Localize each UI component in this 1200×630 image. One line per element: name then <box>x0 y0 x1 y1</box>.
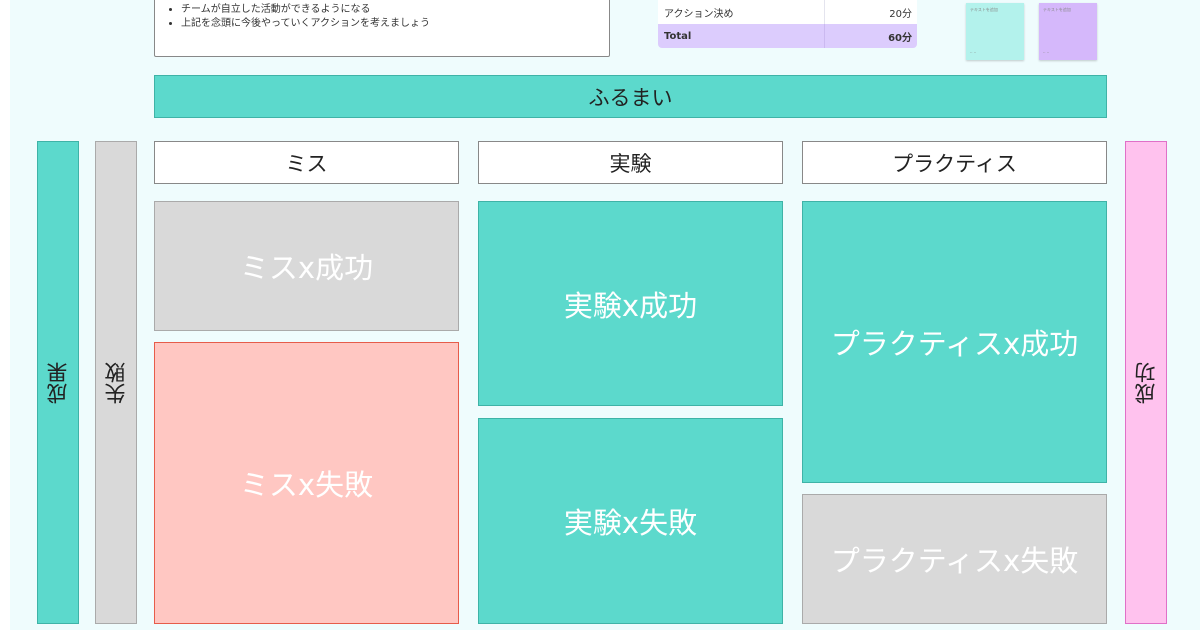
row-value: 60分 <box>888 32 912 44</box>
side-label-success[interactable]: 成功 <box>1125 141 1167 624</box>
row-value: 20分 <box>889 8 912 20</box>
note-item: チームが自立した活動ができるようになる <box>181 3 609 17</box>
timetable[interactable]: アクション決め 20分 Total 60分 <box>658 0 917 48</box>
cell-practice-success[interactable]: プラクティスx成功 <box>802 201 1107 483</box>
note-item: 上記を念頭に今後やっていくアクションを考えましょう <box>181 17 609 31</box>
cell-practice-fail[interactable]: プラクティスx失敗 <box>802 494 1107 624</box>
side-label-failure[interactable]: 失敗 <box>95 141 137 624</box>
sticky-text: テキストを追加 <box>1043 7 1071 12</box>
cell-experiment-success[interactable]: 実験x成功 <box>478 201 783 406</box>
row-label: Total <box>658 24 825 48</box>
table-row-total: Total 60分 <box>658 24 917 48</box>
header-miss[interactable]: ミス <box>154 141 459 184</box>
header-experiment[interactable]: 実験 <box>478 141 783 184</box>
table-row: アクション決め 20分 <box>658 0 917 24</box>
behavior-banner[interactable]: ふるまい <box>154 75 1107 118</box>
cell-experiment-fail[interactable]: 実験x失敗 <box>478 418 783 624</box>
side-label-outcome[interactable]: 成果 <box>37 141 79 624</box>
sticky-note[interactable]: テキストを追加 ·· ·· <box>966 3 1024 60</box>
sticky-text: テキストを追加 <box>970 7 998 12</box>
cell-miss-success[interactable]: ミスx成功 <box>154 201 459 331</box>
cell-miss-fail[interactable]: ミスx失敗 <box>154 342 459 624</box>
row-label: アクション決め <box>658 0 825 24</box>
instructions-note[interactable]: チームが自立した活動ができるようになる上記を念頭に今後やっていくアクションを考え… <box>154 0 610 57</box>
sticky-note[interactable]: テキストを追加 ·· ·· <box>1039 3 1097 60</box>
header-practice[interactable]: プラクティス <box>802 141 1107 184</box>
